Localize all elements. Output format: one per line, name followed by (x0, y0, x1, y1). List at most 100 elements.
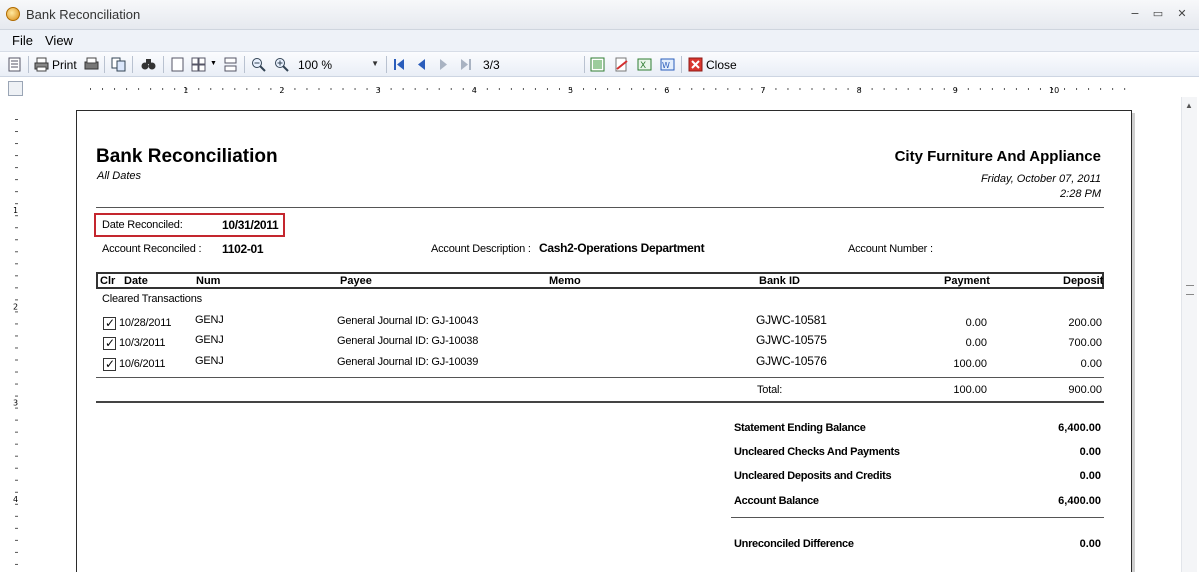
ruler-label: 5 (568, 86, 573, 94)
table-bottom-divider (96, 401, 1104, 403)
date-reconciled-value: 10/31/2011 (222, 218, 279, 232)
ruler-label: 1 (13, 206, 18, 215)
toolbar: Print ▼ 100 % ▼ 3/3 X W Close (0, 52, 1199, 77)
ruler-tick (15, 275, 18, 277)
report-subtitle: All Dates (97, 170, 142, 182)
zoom-in-icon[interactable] (274, 57, 289, 72)
ruler-tick (150, 88, 152, 90)
ruler-tick (1027, 88, 1029, 90)
summary-value: 6,400.00 (1058, 495, 1101, 507)
unreconciled-difference-value: 0.00 (1079, 538, 1101, 550)
vertical-scrollbar[interactable]: ▲ (1181, 97, 1197, 572)
ruler-tick (15, 191, 18, 193)
ruler-tick (643, 88, 645, 90)
vertical-ruler: 1 2 3 4 (13, 119, 18, 565)
zoom-out-icon[interactable] (251, 57, 266, 72)
ruler-tick (15, 407, 18, 409)
ruler-tick (294, 88, 296, 90)
export-pdf-icon[interactable] (614, 57, 629, 72)
row-payee: General Journal ID: GJ-10043 (337, 315, 479, 327)
summary-label: Uncleared Checks And Payments (734, 446, 900, 458)
cleared-checkbox[interactable] (103, 336, 116, 350)
ruler-tick (991, 88, 993, 90)
last-page-icon[interactable] (458, 57, 473, 72)
menu-file[interactable]: File (12, 33, 33, 48)
ruler-tick (138, 88, 140, 90)
ruler-tick (15, 539, 18, 541)
menu-bar: File View (0, 30, 1199, 52)
ruler-tick (739, 88, 741, 90)
ruler-tick (15, 239, 18, 241)
close-button[interactable]: Close (706, 58, 737, 72)
total-payment: 100.00 (953, 384, 987, 396)
maximize-button[interactable]: ▭ (1147, 6, 1169, 22)
ruler-tick (775, 88, 777, 90)
ruler-tick (907, 88, 909, 90)
export-word-icon[interactable]: W (660, 57, 675, 72)
print-button[interactable]: Print (52, 58, 77, 75)
export-excel-icon[interactable]: X (637, 57, 652, 72)
ruler-tick (15, 119, 18, 120)
report-viewer[interactable]: 1 2 3 4 5 6 7 8 9 10 1 2 3 4 ▲ Bank Reconciliation A… (0, 77, 1199, 572)
menu-view[interactable]: View (45, 33, 73, 48)
copy-icon[interactable] (111, 57, 126, 72)
ruler-tick (354, 88, 356, 90)
chevron-down-icon[interactable]: ▼ (210, 60, 217, 77)
summary-value: 0.00 (1079, 446, 1101, 458)
ruler-tick (1015, 88, 1017, 90)
column-header-clr: Clr (100, 275, 116, 287)
ruler-tick (174, 88, 176, 90)
cleared-checkbox[interactable] (103, 357, 116, 371)
print-time: 2:28 PM (1060, 188, 1101, 200)
quick-print-icon[interactable] (84, 57, 99, 72)
multiple-pages-icon[interactable] (191, 57, 206, 72)
zoom-value: 100 % (298, 58, 333, 72)
ruler-tick (919, 88, 921, 90)
next-page-icon[interactable] (436, 57, 451, 72)
document-map-icon[interactable] (7, 57, 22, 72)
single-page-icon[interactable] (170, 57, 185, 72)
export-csv-icon[interactable] (590, 57, 605, 72)
toolbar-separator (584, 56, 585, 73)
ruler-tick (210, 88, 212, 90)
cleared-checkbox[interactable] (103, 316, 116, 330)
ruler-tick (270, 88, 272, 90)
ruler-tick (15, 299, 18, 301)
previous-page-icon[interactable] (414, 57, 429, 72)
find-icon[interactable] (141, 57, 156, 72)
ruler-tick (450, 88, 452, 90)
ruler-tick (15, 347, 18, 349)
ruler-tick (847, 88, 849, 90)
first-page-icon[interactable] (392, 57, 407, 72)
ruler-tick (366, 88, 368, 90)
ruler-tick (486, 88, 488, 90)
ruler-label: 7 (760, 86, 765, 94)
page-indicator[interactable]: 3/3 (479, 56, 583, 74)
ruler-tick (715, 88, 717, 90)
account-description-value: Cash2-Operations Department (539, 241, 705, 255)
row-deposit: 200.00 (1068, 317, 1102, 329)
column-header-date: Date (124, 275, 148, 287)
ruler-tick (222, 88, 224, 90)
chevron-down-icon[interactable]: ▼ (371, 59, 379, 68)
minimize-button[interactable]: − (1124, 6, 1146, 22)
close-window-button[interactable]: ✕ (1171, 6, 1193, 22)
ruler-tick (691, 88, 693, 90)
zoom-select[interactable]: 100 % ▼ (295, 56, 381, 74)
row-payee: General Journal ID: GJ-10039 (337, 356, 479, 368)
continuous-icon[interactable] (223, 57, 238, 72)
ruler-tick (15, 491, 18, 493)
ruler-tick (15, 167, 18, 169)
account-number-label: Account Number : (848, 243, 933, 255)
ruler-tick (15, 311, 18, 313)
report-page: Bank Reconciliation All Dates City Furni… (76, 110, 1132, 572)
close-icon[interactable] (688, 57, 703, 72)
account-reconciled-value: 1102-01 (222, 242, 264, 256)
toolbar-separator (28, 56, 29, 73)
report-title: Bank Reconciliation (96, 146, 278, 167)
print-icon[interactable] (34, 57, 49, 72)
scroll-thumb[interactable] (1186, 285, 1194, 295)
scroll-up-icon[interactable]: ▲ (1185, 101, 1193, 110)
ruler-tick (330, 88, 332, 90)
column-header-num: Num (196, 275, 221, 287)
